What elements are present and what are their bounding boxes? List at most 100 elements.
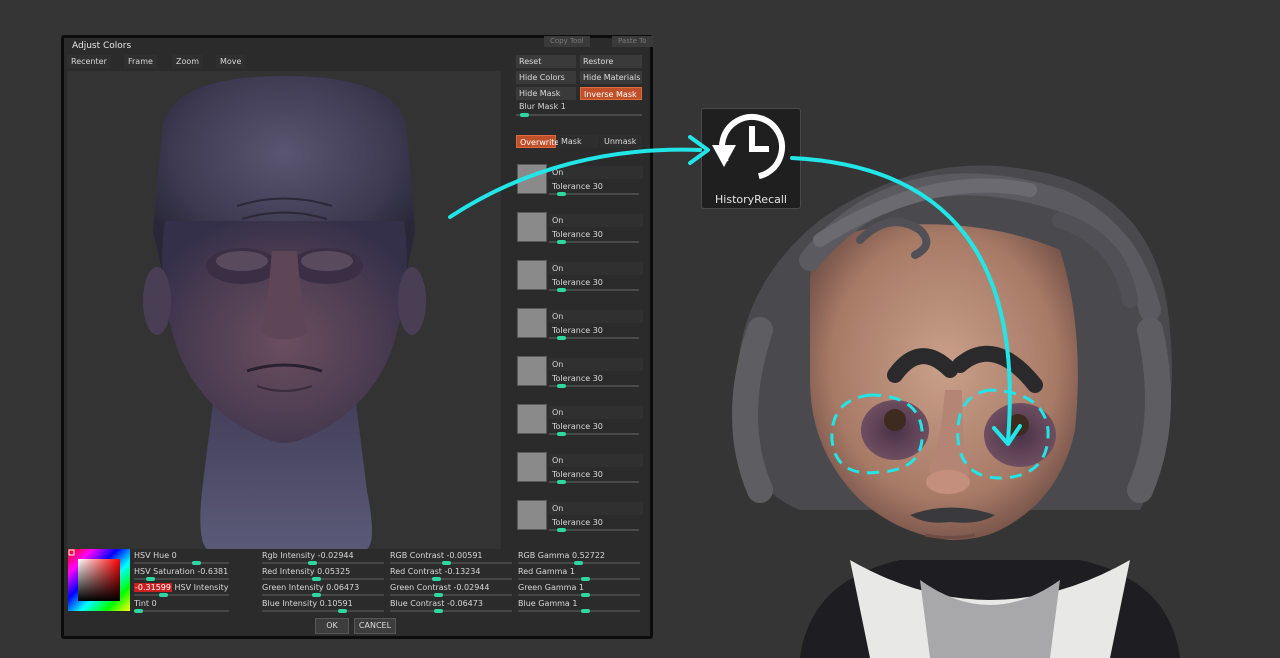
color-row-on-toggle[interactable]: On [549, 502, 643, 515]
slider-knob[interactable] [581, 609, 590, 613]
param-label: Blue Intensity [262, 599, 318, 608]
blue-intensity-slider[interactable]: Blue Intensity 0.10591 [262, 598, 384, 613]
tolerance-knob[interactable] [557, 288, 566, 292]
param-value: 0.05325 [317, 567, 351, 576]
color-swatch[interactable] [517, 356, 547, 386]
hide-materials-button[interactable]: Hide Materials [580, 71, 642, 84]
param-label: Green Gamma [518, 583, 577, 592]
tolerance-knob[interactable] [557, 528, 566, 532]
portrait-illustration [732, 165, 1180, 658]
slider-knob[interactable] [159, 593, 168, 597]
param-label: HSV Hue [134, 551, 170, 560]
tolerance-track [549, 240, 639, 244]
restore-button[interactable]: Restore [580, 55, 642, 68]
color-swatch[interactable] [517, 452, 547, 482]
hide-colors-button[interactable]: Hide Colors [516, 71, 576, 84]
slider-track [390, 610, 512, 612]
color-row-on-toggle[interactable]: On [549, 310, 643, 323]
mask-button[interactable]: Mask [558, 135, 598, 148]
slider-knob[interactable] [146, 577, 155, 581]
hsv-intensity-slider[interactable]: -0.31599 HSV Intensity [134, 582, 229, 597]
green-gamma-slider[interactable]: Green Gamma 1 [518, 582, 640, 597]
tolerance-knob[interactable] [557, 480, 566, 484]
slider-knob[interactable] [442, 561, 451, 565]
param-value: 0 [171, 551, 177, 560]
red-intensity-slider[interactable]: Red Intensity 0.05325 [262, 566, 384, 581]
unmask-button[interactable]: Unmask [600, 135, 642, 148]
rgb-gamma-slider[interactable]: RGB Gamma 0.52722 [518, 550, 640, 565]
paste-to-button[interactable]: Paste To [612, 36, 653, 47]
color-picker[interactable] [68, 549, 130, 611]
tolerance-knob[interactable] [557, 240, 566, 244]
color-row-on-toggle[interactable]: On [549, 358, 643, 371]
tolerance-knob[interactable] [557, 336, 566, 340]
hsv-hue-slider[interactable]: HSV Hue 0 [134, 550, 229, 565]
ok-button[interactable]: OK [315, 618, 349, 634]
frame-button[interactable]: Frame [124, 55, 157, 68]
red-gamma-slider[interactable]: Red Gamma 1 [518, 566, 640, 581]
red-contrast-slider[interactable]: Red Contrast -0.13234 [390, 566, 512, 581]
slider-knob[interactable] [434, 593, 443, 597]
history-recall-button[interactable]: HistoryRecall [701, 108, 801, 209]
reset-button[interactable]: Reset [516, 55, 576, 68]
slider-track [134, 562, 229, 564]
color-row-on-toggle[interactable]: On [549, 406, 643, 419]
color-row-on-toggle[interactable]: On [549, 262, 643, 275]
recenter-button[interactable]: Recenter [67, 55, 111, 68]
green-contrast-slider[interactable]: Green Contrast -0.02944 [390, 582, 512, 597]
tint-slider[interactable]: Tint 0 [134, 598, 229, 613]
slider-knob[interactable] [312, 593, 321, 597]
model-preview-viewport[interactable] [67, 71, 501, 549]
param-value: 0 [151, 599, 157, 608]
blur-mask-slider[interactable]: Blur Mask 1 [516, 102, 642, 117]
color-swatch[interactable] [517, 212, 547, 242]
slider-knob[interactable] [434, 609, 443, 613]
color-row-on-toggle[interactable]: On [549, 166, 643, 179]
blue-gamma-slider[interactable]: Blue Gamma 1 [518, 598, 640, 613]
color-row-on-toggle[interactable]: On [549, 214, 643, 227]
copy-tool-button[interactable]: Copy Tool [544, 36, 590, 47]
tolerance-knob[interactable] [557, 384, 566, 388]
slider-knob[interactable] [192, 561, 201, 565]
color-row-on-toggle[interactable]: On [549, 454, 643, 467]
zoom-button[interactable]: Zoom [172, 55, 204, 68]
color-swatch[interactable] [517, 404, 547, 434]
background-toolbar: Copy Tool Paste To [534, 36, 654, 48]
blur-mask-knob[interactable] [520, 113, 529, 117]
color-swatch[interactable] [517, 260, 547, 290]
color-swatch[interactable] [517, 308, 547, 338]
color-swatch[interactable] [517, 164, 547, 194]
slider-knob[interactable] [581, 577, 590, 581]
rgb-contrast-slider[interactable]: RGB Contrast -0.00591 [390, 550, 512, 565]
param-value: -0.6381 [197, 567, 229, 576]
blue-contrast-slider[interactable]: Blue Contrast -0.06473 [390, 598, 512, 613]
adjust-colors-dialog: Adjust Colors Copy Tool Paste To Recente… [61, 35, 653, 639]
tolerance-track [549, 288, 639, 292]
tolerance-knob[interactable] [557, 192, 566, 196]
color-swatch[interactable] [517, 500, 547, 530]
rgb-intensity-slider[interactable]: Rgb Intensity -0.02944 [262, 550, 384, 565]
param-value: 0.06473 [326, 583, 360, 592]
slider-knob[interactable] [312, 577, 321, 581]
color-selection-rows: On Tolerance 30 On Tolerance 30 On Toler… [514, 164, 644, 544]
slider-knob[interactable] [134, 609, 143, 613]
tolerance-track [549, 384, 639, 388]
param-value: 0.52722 [571, 551, 606, 560]
tolerance-knob[interactable] [557, 432, 566, 436]
slider-knob[interactable] [432, 577, 441, 581]
slider-knob[interactable] [338, 609, 347, 613]
slider-knob[interactable] [581, 593, 590, 597]
overwrite-button[interactable]: Overwrite [516, 135, 559, 148]
cancel-button[interactable]: CANCEL [354, 618, 396, 634]
hide-mask-button[interactable]: Hide Mask [516, 87, 576, 100]
green-intensity-slider[interactable]: Green Intensity 0.06473 [262, 582, 384, 597]
slider-knob[interactable] [574, 561, 583, 565]
tolerance-track [549, 432, 639, 436]
param-value: -0.02944 [317, 551, 354, 560]
param-value: 1 [578, 583, 584, 592]
param-value: 1 [569, 567, 575, 576]
inverse-mask-button[interactable]: Inverse Mask [580, 87, 642, 100]
hsv-saturation-slider[interactable]: HSV Saturation -0.6381 [134, 566, 229, 581]
slider-knob[interactable] [308, 561, 317, 565]
move-button[interactable]: Move [216, 55, 246, 68]
